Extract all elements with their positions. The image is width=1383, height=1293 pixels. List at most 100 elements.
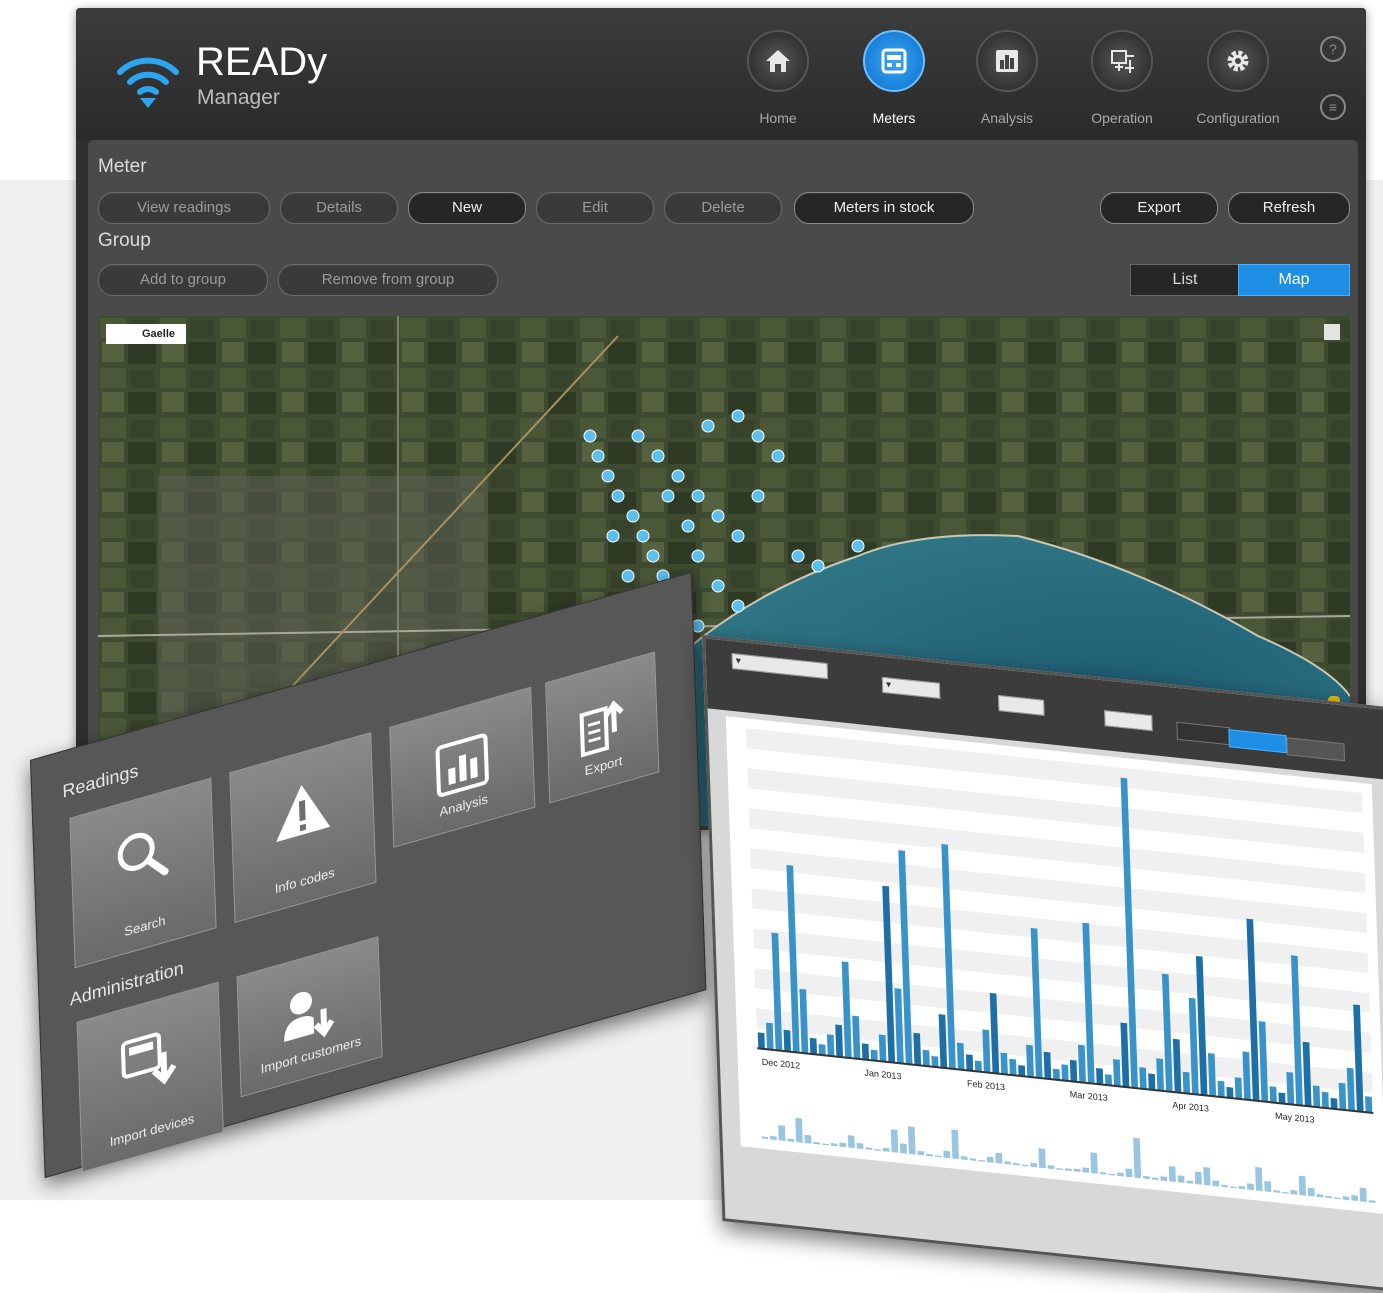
chart-mode-left[interactable] (1176, 721, 1231, 746)
navigator-bar (907, 1126, 916, 1155)
chart-bar (1226, 1086, 1234, 1099)
grid-band (750, 848, 1367, 934)
new-button[interactable]: New (408, 192, 526, 224)
nav-analysis[interactable]: Analysis (957, 30, 1057, 126)
analysis-tile[interactable]: Analysis (389, 686, 536, 848)
export-tile[interactable]: Export (545, 651, 660, 804)
navigator-bar (1160, 1176, 1168, 1182)
nav-meters-label: Meters (872, 110, 916, 126)
navigator-bar (830, 1142, 838, 1147)
add-to-group-label: Add to group (140, 271, 226, 288)
navigator-bar (1090, 1152, 1098, 1174)
chart-bar (1096, 1067, 1104, 1085)
nav-operation[interactable]: Operation (1072, 30, 1172, 126)
details-button[interactable]: Details (280, 192, 398, 224)
navigator-bar (995, 1152, 1003, 1164)
navigator-bar (804, 1134, 812, 1144)
search-tile[interactable]: Search (69, 777, 217, 969)
navigator-bar (1168, 1166, 1176, 1182)
navigator-bar (934, 1155, 942, 1158)
nav-configuration[interactable]: Configuration (1188, 30, 1288, 126)
view-readings-button[interactable]: View readings (98, 192, 270, 224)
chart-bar (1052, 1068, 1060, 1081)
chart-bar (1043, 1051, 1052, 1080)
map-toggle-label: Map (1278, 271, 1310, 288)
delete-button[interactable]: Delete (664, 192, 782, 224)
chart-bar (931, 1055, 939, 1068)
app-title: READy (196, 40, 328, 84)
navigator-bar (1012, 1162, 1020, 1166)
navigator-bar (1021, 1164, 1029, 1167)
navigator-bar (1151, 1177, 1159, 1181)
import-customers-tile[interactable]: Import customers (236, 936, 383, 1098)
menu-icon[interactable]: ≡ (1320, 94, 1346, 120)
chart-mode-right[interactable] (1286, 737, 1346, 762)
chart-bar (1009, 1058, 1017, 1076)
chart-mode-selected[interactable] (1228, 729, 1287, 754)
chart-bar (766, 1022, 774, 1051)
chart-bar (870, 1049, 878, 1061)
chart-bar (1188, 997, 1199, 1095)
chart-bar (878, 1034, 887, 1062)
navigator-bar (874, 1148, 881, 1151)
x-tick-label: Apr 2013 (1172, 1100, 1209, 1114)
date-from-field[interactable] (998, 695, 1045, 716)
export-button[interactable]: Export (1100, 192, 1218, 224)
remove-from-group-button[interactable]: Remove from group (278, 264, 498, 296)
navigator-bar (926, 1153, 933, 1157)
navigator-bar (778, 1125, 786, 1141)
navigator-bar (787, 1138, 795, 1142)
navigator-bar (1108, 1173, 1116, 1176)
chart-bar (841, 961, 852, 1059)
remove-from-group-label: Remove from group (321, 271, 455, 288)
chart-bar (1278, 1092, 1286, 1104)
nav-operation-label: Operation (1091, 110, 1153, 126)
edit-button[interactable]: Edit (536, 192, 654, 224)
meter-select[interactable]: ▾ (731, 653, 829, 680)
info-codes-tile-label: Info codes (274, 864, 336, 897)
chart-bar (1302, 1041, 1312, 1107)
meters-in-stock-button[interactable]: Meters in stock (794, 192, 974, 224)
refresh-label: Refresh (1262, 199, 1316, 216)
navigator-bar (1212, 1180, 1220, 1187)
navigator-bar (1194, 1171, 1202, 1185)
date-to-field[interactable] (1104, 710, 1153, 732)
navigator-bar (1333, 1197, 1341, 1200)
navigator-bar (1065, 1168, 1072, 1172)
navigator-bar (951, 1129, 959, 1160)
navigator-bar (1047, 1165, 1055, 1170)
navigator-bar (917, 1150, 925, 1156)
x-tick-label: Dec 2012 (762, 1057, 801, 1071)
info-codes-tile[interactable]: Info codes (229, 732, 377, 923)
chart-bar (1104, 1074, 1113, 1086)
navigator-bar (1221, 1184, 1228, 1188)
nav-home[interactable]: Home (728, 30, 828, 126)
chart-bar (826, 1034, 835, 1057)
map-toggle[interactable]: Map (1238, 264, 1350, 296)
navigator-bar (795, 1117, 803, 1143)
nav-meters[interactable]: Meters (844, 30, 944, 126)
navigator-bar (1099, 1171, 1107, 1175)
app-header: READy Manager Home Meters Analysis Opera… (76, 8, 1366, 140)
chart-bar (809, 1037, 818, 1055)
chart-bar (1182, 1071, 1191, 1094)
chart-bar (1365, 1096, 1373, 1113)
refresh-button[interactable]: Refresh (1228, 192, 1350, 224)
help-icon[interactable]: ? (1320, 36, 1346, 62)
chart-bar (818, 1044, 826, 1056)
period-select[interactable]: ▾ (881, 676, 941, 699)
x-tick-label: Mar 2013 (1070, 1089, 1108, 1103)
analysis-icon (976, 30, 1038, 92)
fullscreen-icon[interactable] (1324, 324, 1340, 340)
add-to-group-button[interactable]: Add to group (98, 264, 268, 296)
home-icon (747, 30, 809, 92)
chart-bar (1330, 1097, 1338, 1110)
list-toggle[interactable]: List (1130, 264, 1240, 296)
navigator-bar (1342, 1196, 1350, 1201)
chart-bar (913, 1032, 922, 1066)
navigator-bar (986, 1156, 994, 1163)
grid-band (748, 808, 1366, 894)
chart-bar (965, 1054, 974, 1072)
chart-bar (1113, 1059, 1121, 1087)
navigator-bar (822, 1143, 829, 1146)
